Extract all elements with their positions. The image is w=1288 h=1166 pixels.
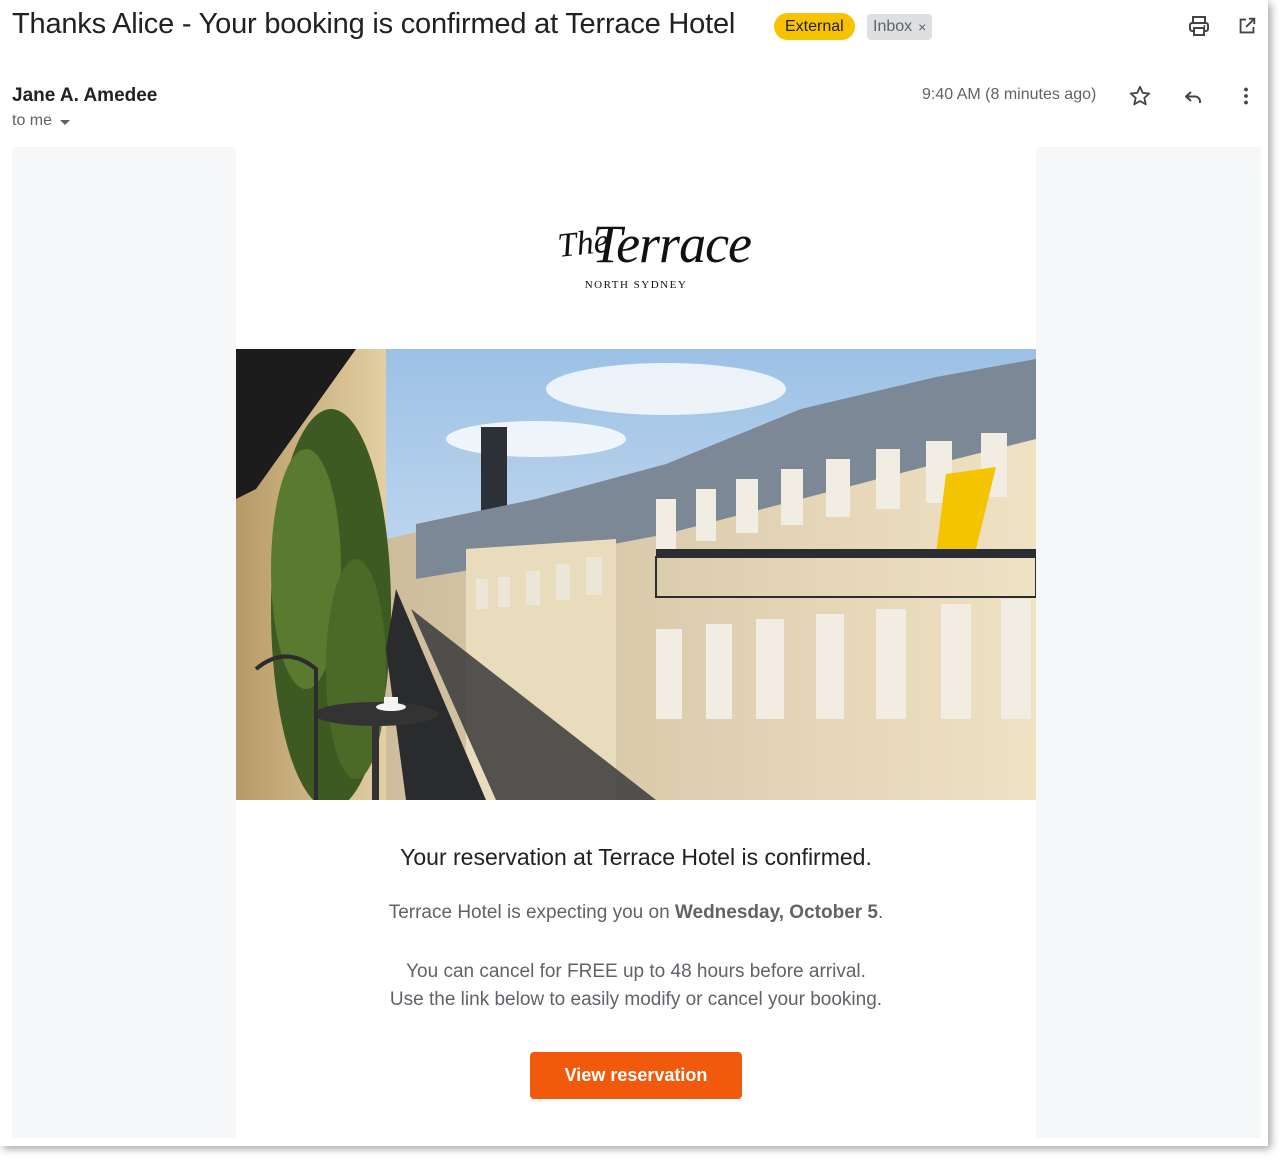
- email-view: Thanks Alice - Your booking is confirmed…: [0, 0, 1268, 1146]
- email-message-card: The Terrace NORTH SYDNEY Your reservatio…: [236, 147, 1036, 1138]
- star-button[interactable]: [1124, 80, 1156, 112]
- reply-button[interactable]: [1177, 80, 1209, 112]
- remove-label-icon[interactable]: ×: [918, 14, 926, 40]
- star-icon: [1129, 85, 1151, 106]
- chevron-down-icon: [60, 119, 71, 125]
- reply-icon: [1185, 91, 1201, 103]
- email-subject: Thanks Alice - Your booking is confirmed…: [12, 8, 736, 40]
- print-icon: [1189, 16, 1209, 36]
- sender-name: Jane A. Amedee: [12, 85, 158, 106]
- modify-instructions: Use the link below to easily modify or c…: [389, 989, 883, 1010]
- inbox-label-text: Inbox: [873, 18, 913, 35]
- more-options-button[interactable]: [1230, 80, 1262, 112]
- print-button[interactable]: [1183, 10, 1215, 42]
- recipient-label: to me: [12, 112, 53, 129]
- open-in-new-window-button[interactable]: [1231, 10, 1263, 42]
- more-vertical-icon: [1244, 87, 1248, 105]
- arrival-info: Terrace Hotel is expecting you on Wednes…: [236, 902, 1036, 924]
- logo-text-name: Terrace: [592, 214, 751, 274]
- view-reservation-button[interactable]: View reservation: [530, 1052, 742, 1099]
- logo-location: NORTH SYDNEY: [584, 279, 688, 291]
- cancellation-info: You can cancel for FREE up to 48 hours b…: [236, 958, 1036, 1014]
- arrival-info-prefix: Terrace Hotel is expecting you on: [388, 902, 675, 923]
- external-label-badge: External: [774, 13, 855, 40]
- confirmation-headline: Your reservation at Terrace Hotel is con…: [400, 844, 872, 870]
- arrival-date: Wednesday, October 5: [674, 902, 879, 923]
- email-timestamp: 9:40 AM (8 minutes ago): [922, 86, 1097, 103]
- hero-image: [236, 349, 1036, 800]
- cancellation-policy: You can cancel for FREE up to 48 hours b…: [406, 961, 866, 982]
- open-in-new-window-icon: [1239, 17, 1256, 34]
- recipient-details-toggle[interactable]: to me: [12, 112, 71, 130]
- arrival-info-suffix: .: [878, 902, 884, 923]
- inbox-label-chip: Inbox ×: [867, 14, 933, 40]
